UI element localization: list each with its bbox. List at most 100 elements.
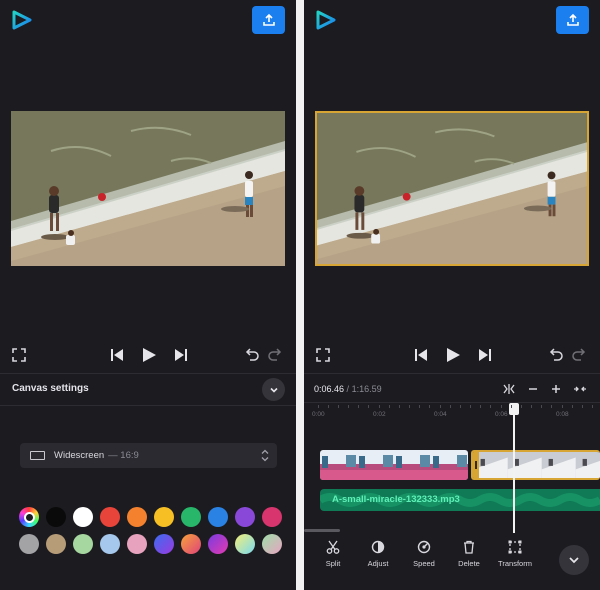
- video-preview[interactable]: [11, 111, 285, 266]
- color-swatch[interactable]: [100, 507, 120, 527]
- ruler-tick: [328, 405, 329, 408]
- color-swatch[interactable]: [262, 507, 282, 527]
- play-triangle-logo-icon: [316, 10, 336, 30]
- skip-next-button[interactable]: [476, 346, 494, 364]
- trash-icon: [464, 540, 474, 554]
- undo-button[interactable]: [547, 346, 565, 364]
- ruler-tick: [338, 405, 339, 408]
- divider: [0, 373, 296, 374]
- export-button[interactable]: [556, 6, 589, 34]
- ruler-tick: [521, 405, 522, 408]
- play-button[interactable]: [140, 346, 158, 364]
- total-time: 1:16.59: [351, 384, 382, 394]
- color-swatch[interactable]: [154, 507, 174, 527]
- color-swatch[interactable]: [73, 534, 93, 554]
- fit-icon: [503, 384, 515, 394]
- zoom-in-button[interactable]: [548, 381, 564, 397]
- upload-icon: [262, 13, 275, 26]
- transform-icon: [508, 540, 522, 554]
- ruler-tick: [572, 405, 573, 408]
- color-swatch[interactable]: [100, 534, 120, 554]
- color-swatch[interactable]: [73, 507, 93, 527]
- canvas-settings-title: Canvas settings: [12, 383, 89, 394]
- ruler-tick: [531, 405, 532, 408]
- color-swatch[interactable]: [208, 507, 228, 527]
- player-controls: [0, 344, 296, 366]
- play-button[interactable]: [444, 346, 462, 364]
- skip-previous-button[interactable]: [108, 346, 126, 364]
- speed-icon: [417, 540, 431, 554]
- ruler-tick: [318, 405, 319, 408]
- ruler-tick: [480, 405, 481, 408]
- video-clip-2-selected[interactable]: [471, 450, 600, 480]
- transform-button[interactable]: Transform: [492, 540, 538, 568]
- fit-timeline-button[interactable]: [501, 381, 517, 397]
- ruler-tick: [541, 405, 542, 408]
- trim-handle-left[interactable]: [473, 452, 479, 478]
- fullscreen-button[interactable]: [314, 346, 332, 364]
- tool-label: Split: [325, 559, 341, 568]
- video-preview-selected[interactable]: [315, 111, 589, 266]
- color-swatch[interactable]: [208, 534, 228, 554]
- skip-next-button[interactable]: [172, 346, 190, 364]
- speed-button[interactable]: Speed: [401, 540, 447, 568]
- audio-track[interactable]: A-small-miracle-132333.mp3: [320, 489, 600, 511]
- undo-button[interactable]: [243, 346, 261, 364]
- color-swatch[interactable]: [19, 534, 39, 554]
- adjust-icon: [371, 540, 385, 554]
- edit-toolbar: Split Adjust Speed Delete Transform: [304, 540, 600, 580]
- adjust-button[interactable]: Adjust: [355, 540, 401, 568]
- skip-next-icon: [175, 349, 187, 361]
- color-swatch[interactable]: [181, 534, 201, 554]
- color-swatch[interactable]: [181, 507, 201, 527]
- right-phone-screen: 0:06.46 / 1:16.59 A-small-miracle-132333…: [304, 0, 600, 590]
- redo-button[interactable]: [266, 346, 284, 364]
- zoom-out-button[interactable]: [525, 381, 541, 397]
- skip-previous-button[interactable]: [412, 346, 430, 364]
- scissors-icon: [326, 540, 340, 554]
- color-swatch[interactable]: [46, 534, 66, 554]
- collapse-timeline-button[interactable]: [572, 381, 588, 397]
- color-wheel-swatch[interactable]: [19, 507, 39, 527]
- chevron-down-icon: [569, 557, 579, 564]
- ruler-tick: [409, 405, 410, 408]
- color-swatch[interactable]: [262, 534, 282, 554]
- upload-icon: [566, 13, 579, 26]
- delete-button[interactable]: Delete: [446, 540, 492, 568]
- divider: [0, 405, 296, 406]
- fullscreen-icon: [316, 348, 330, 362]
- player-controls: [304, 344, 600, 366]
- fullscreen-button[interactable]: [10, 346, 28, 364]
- ruler-tick: [450, 405, 451, 408]
- time-readout: 0:06.46 / 1:16.59: [314, 384, 382, 394]
- audio-track-name: A-small-miracle-132333.mp3: [332, 494, 460, 505]
- play-triangle-logo-icon: [12, 10, 32, 30]
- redo-button[interactable]: [570, 346, 588, 364]
- current-time: 0:06.46: [314, 384, 345, 394]
- aspect-ratio-select[interactable]: Widescreen — 16:9: [20, 443, 277, 468]
- color-swatch[interactable]: [154, 534, 174, 554]
- collapse-toolbar-button[interactable]: [559, 545, 589, 575]
- color-swatch[interactable]: [127, 507, 147, 527]
- color-swatches-row-2: [19, 534, 282, 554]
- color-swatch[interactable]: [235, 507, 255, 527]
- collapse-panel-button[interactable]: [262, 378, 285, 401]
- color-swatch[interactable]: [46, 507, 66, 527]
- ruler-tick: [440, 405, 441, 408]
- video-clip-1[interactable]: [320, 450, 468, 480]
- skip-previous-icon: [111, 349, 123, 361]
- color-swatch[interactable]: [127, 534, 147, 554]
- split-button[interactable]: Split: [310, 540, 356, 568]
- undo-icon: [245, 348, 259, 361]
- export-button[interactable]: [252, 6, 285, 34]
- aspect-name: Widescreen: [54, 450, 105, 461]
- ruler-label: 0:08: [556, 411, 569, 418]
- ruler-tick: [368, 405, 369, 408]
- minus-icon: [529, 388, 537, 390]
- ruler-label: 0:02: [373, 411, 386, 418]
- color-swatch[interactable]: [235, 534, 255, 554]
- play-icon: [143, 348, 156, 362]
- ruler-tick: [592, 405, 593, 408]
- tool-label: Transform: [498, 559, 532, 568]
- timeline-scrollbar[interactable]: [304, 529, 340, 532]
